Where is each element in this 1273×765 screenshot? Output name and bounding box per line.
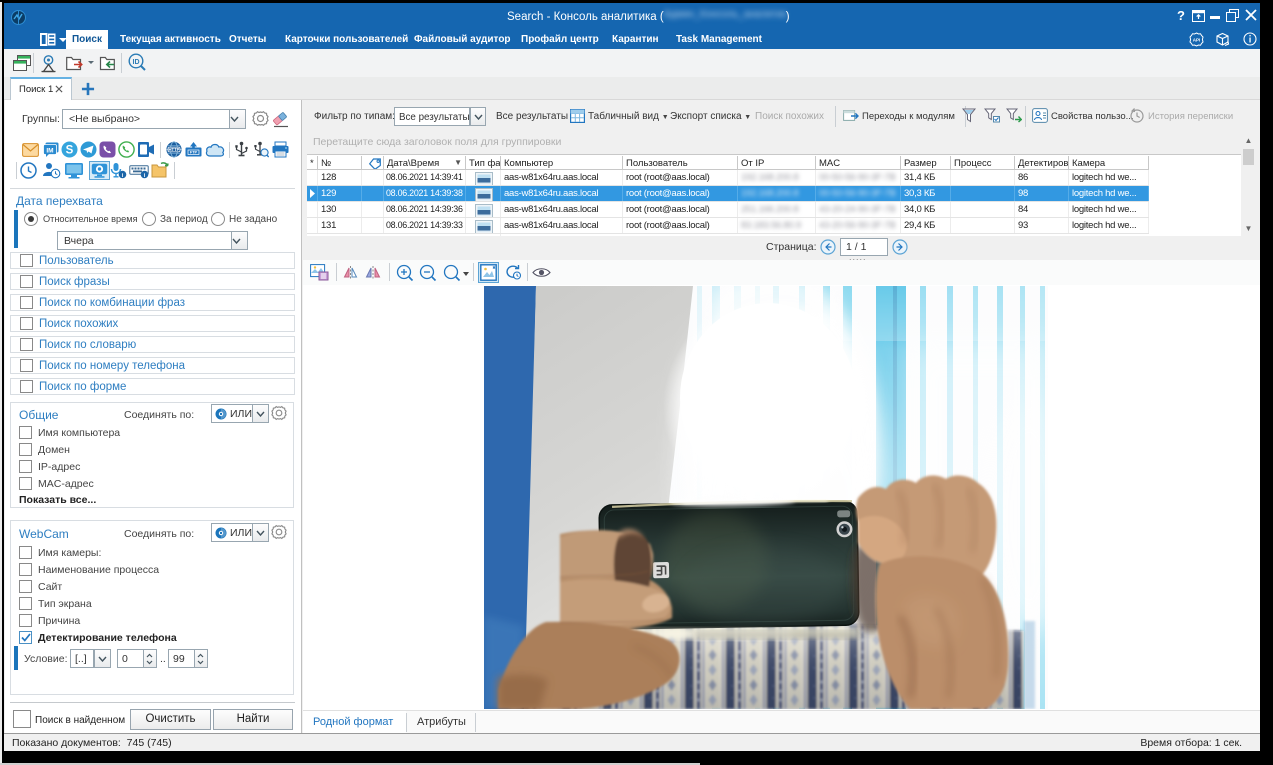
svg-text:HTTP: HTTP bbox=[169, 147, 180, 152]
svg-text:S: S bbox=[66, 145, 74, 157]
svg-text:FTP: FTP bbox=[190, 151, 198, 155]
svg-text:ID: ID bbox=[133, 59, 140, 66]
svg-text:API: API bbox=[1193, 38, 1201, 43]
svg-text:IM: IM bbox=[46, 147, 53, 154]
